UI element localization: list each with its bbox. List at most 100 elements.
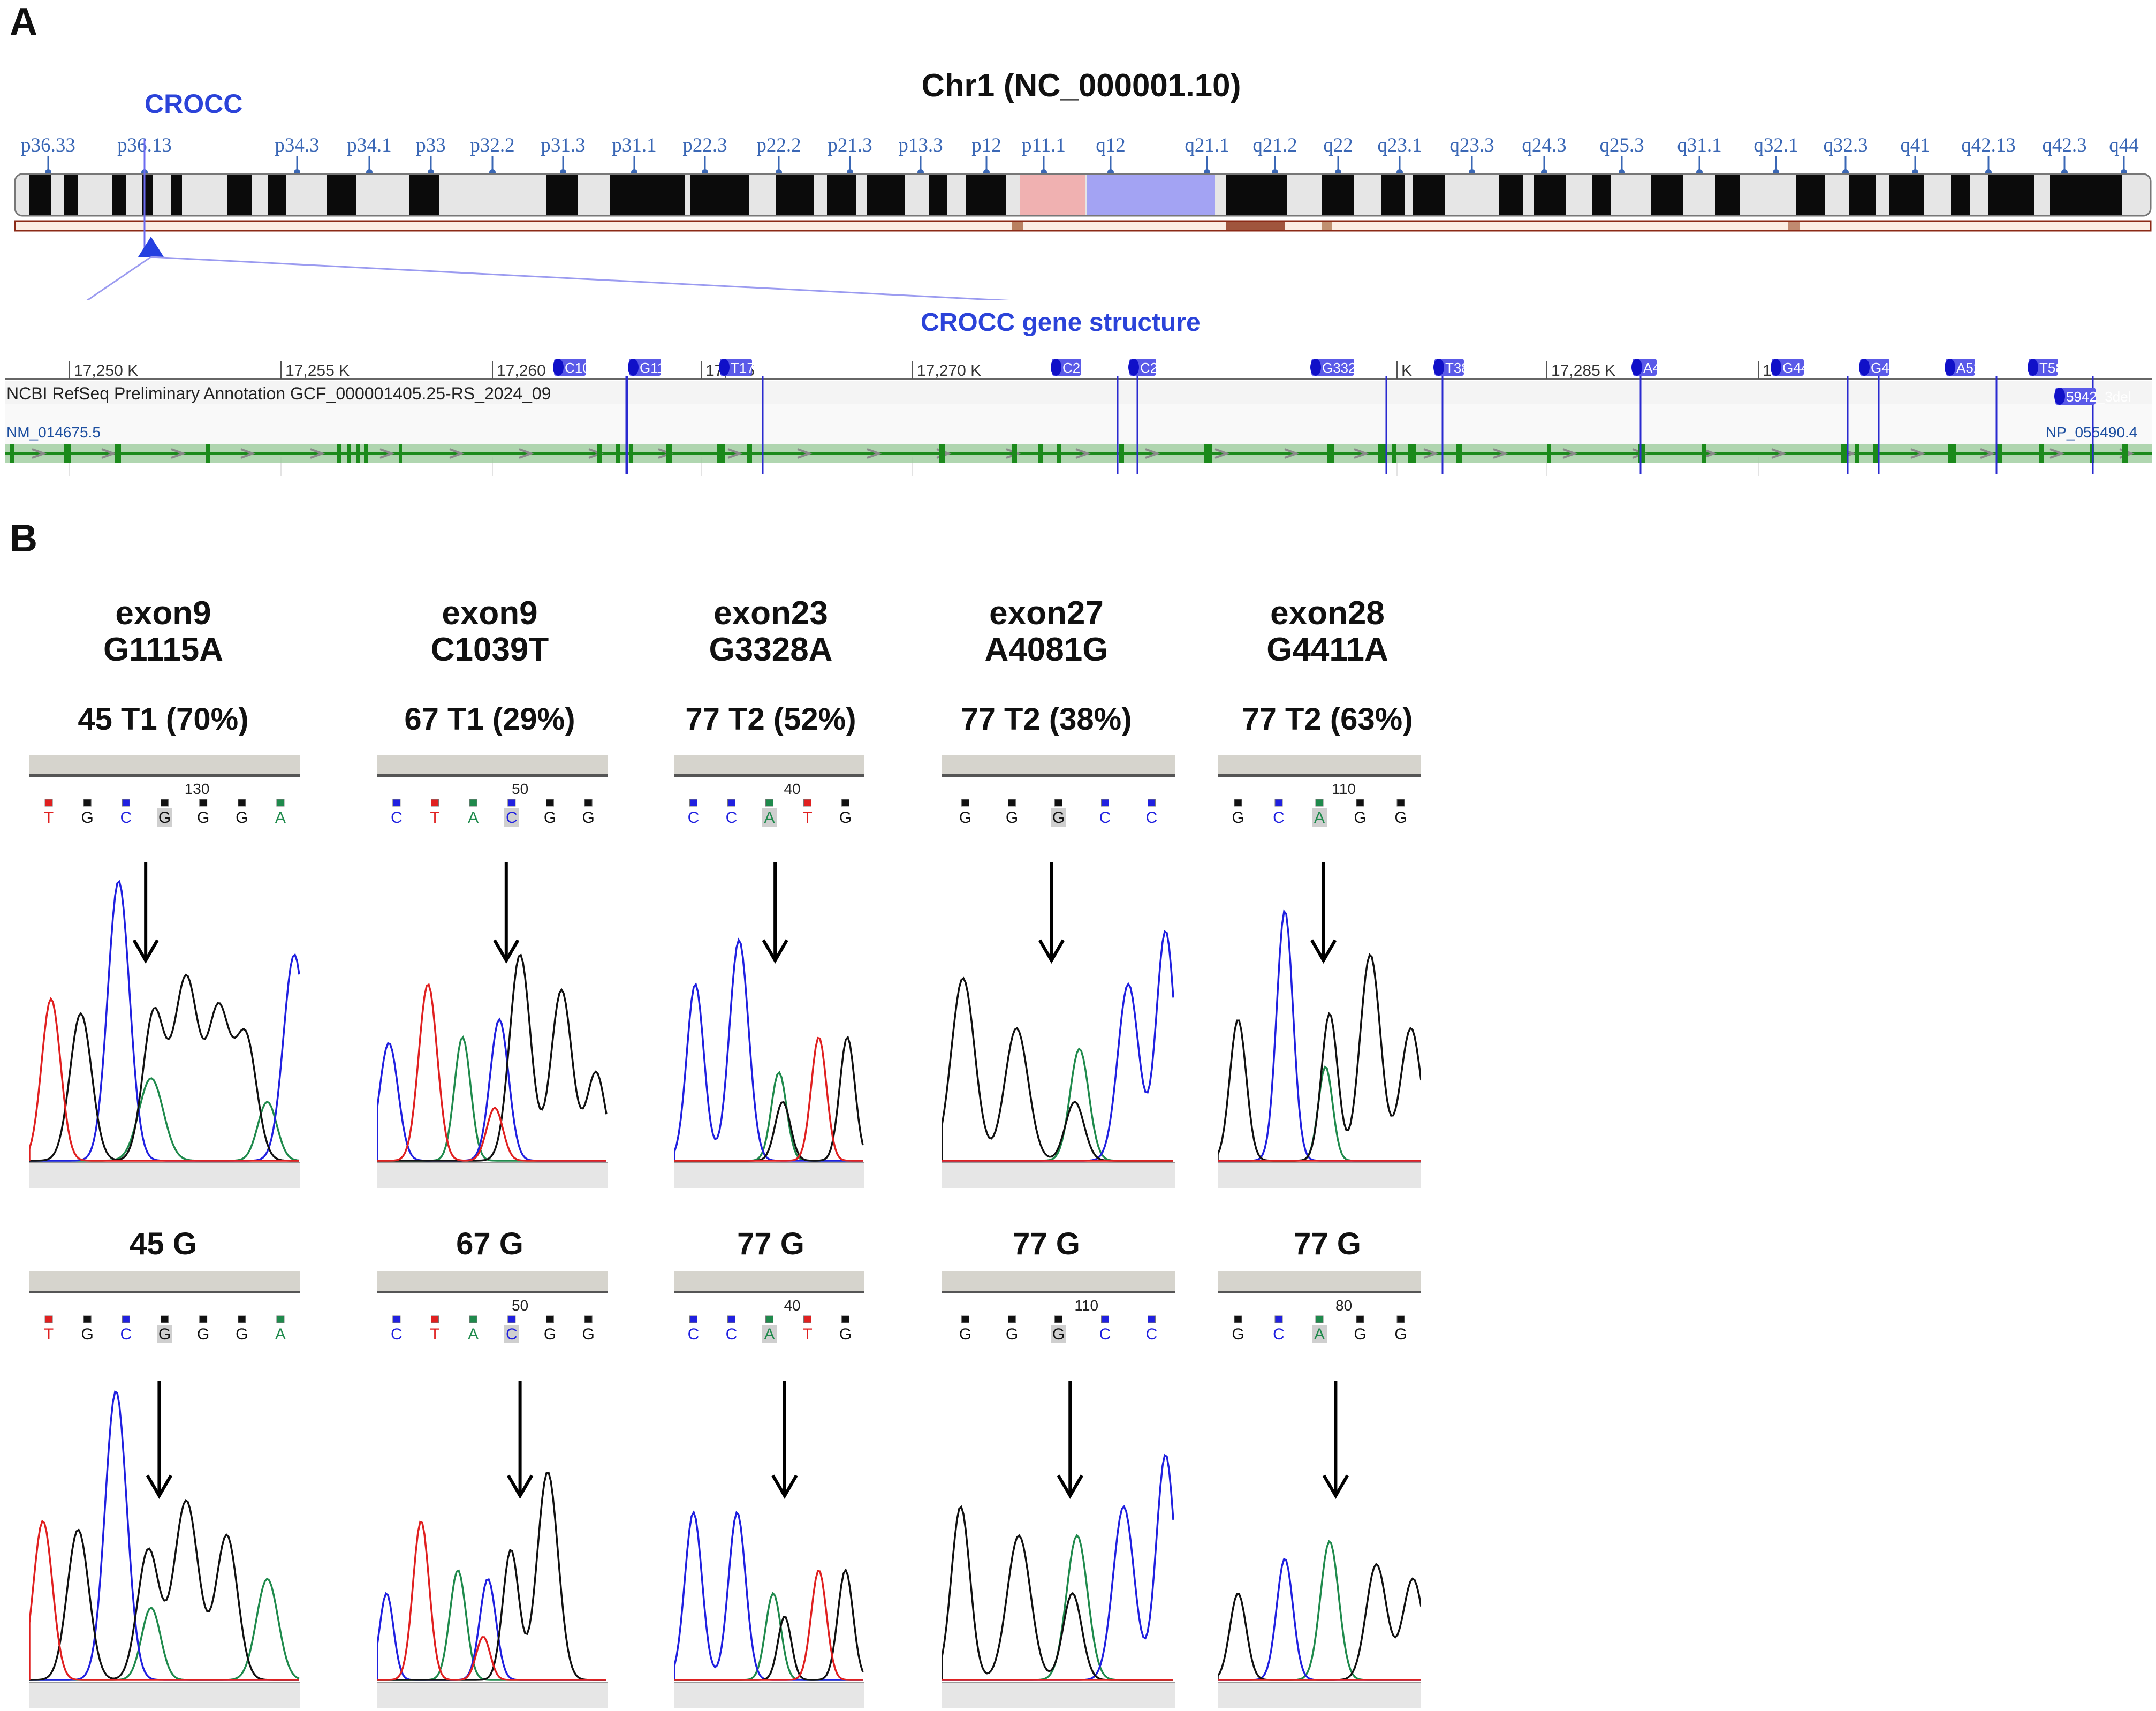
- position-label: 40: [784, 1297, 801, 1314]
- variant-knob: [553, 359, 564, 376]
- variant-knob: [628, 359, 639, 376]
- panel-label-b: B: [10, 517, 37, 560]
- variant-label: C1039T: [565, 360, 614, 376]
- exon-label: exon28: [1270, 595, 1385, 632]
- control-label: 77 G: [1294, 1227, 1361, 1261]
- variant-knob: [2028, 359, 2038, 376]
- band-label: q22: [1323, 134, 1353, 156]
- trace-T: [29, 996, 299, 1162]
- position-label: 50: [512, 781, 528, 797]
- chromatogram-header: [942, 755, 1175, 777]
- base-marker: [1008, 1315, 1016, 1323]
- trace-G: [1218, 1563, 1421, 1681]
- patient-label: 67 T1 (29%): [404, 702, 575, 737]
- dark-band: [112, 175, 126, 215]
- chromatogram-header: [674, 755, 864, 777]
- chromatogram: [377, 862, 608, 1188]
- base-call: G: [1394, 1326, 1407, 1343]
- base-marker: [1315, 799, 1324, 807]
- dark-band: [776, 175, 814, 215]
- band-label: q32.3: [1823, 134, 1867, 156]
- variant-label: T1718C: [731, 360, 780, 376]
- gene-label: CROCC: [145, 89, 243, 119]
- band-label: q24.3: [1522, 134, 1566, 156]
- base-call: C: [726, 809, 738, 827]
- dark-band: [827, 175, 856, 215]
- variant-knob: [1631, 359, 1642, 376]
- variant-label: C1039T: [430, 631, 549, 668]
- base-call: T: [802, 1326, 812, 1343]
- band-label: p31.1: [612, 134, 656, 156]
- exon-block: [2122, 444, 2128, 463]
- exon-block: [364, 444, 368, 463]
- band-label: q41: [1900, 134, 1930, 156]
- trace-G: [29, 973, 299, 1162]
- variant-marker: 5942_3del: [2054, 388, 2131, 405]
- centromere-p: [1020, 175, 1052, 215]
- base-call: G: [1006, 809, 1018, 827]
- ruler-label: K: [1401, 362, 1412, 380]
- base-marker: [961, 799, 969, 807]
- band-label: p21.3: [828, 134, 872, 156]
- band-label: q23.3: [1449, 134, 1494, 156]
- chromatogram-header: [377, 1271, 608, 1293]
- base-marker: [841, 1315, 849, 1323]
- position-label: 130: [185, 781, 210, 797]
- chromatogram-floor: [1218, 1163, 1421, 1188]
- chromatogram-header: [29, 755, 300, 777]
- base-call: G: [1232, 809, 1244, 827]
- chromatogram-header: [1218, 755, 1421, 777]
- annotation-track-label: NCBI RefSeq Preliminary Annotation GCF_0…: [6, 384, 551, 403]
- variant-label: T5838G: [2039, 360, 2090, 376]
- base-marker: [803, 1315, 811, 1323]
- base-marker: [1008, 799, 1016, 807]
- chromatogram: [942, 1381, 1175, 1708]
- base-call: G: [544, 809, 556, 827]
- patient-label: 45 T1 (70%): [78, 702, 249, 737]
- band-label: q31.1: [1677, 134, 1721, 156]
- chromatogram: [29, 1381, 300, 1708]
- base-marker: [1274, 1315, 1283, 1323]
- trace-C: [674, 1510, 863, 1681]
- variant-label: A4081G: [1643, 360, 1694, 376]
- chromatogram-floor: [674, 1163, 864, 1188]
- base-marker: [727, 1315, 735, 1323]
- track-mark: [1322, 222, 1332, 230]
- band-label: p22.2: [756, 134, 801, 156]
- ruler-label: 17,260: [497, 362, 546, 380]
- band-label: p31.3: [541, 134, 585, 156]
- band-label: q21.1: [1185, 134, 1229, 156]
- base-marker: [546, 1315, 554, 1323]
- variant-label: 5942_3del: [2066, 389, 2131, 405]
- trace-A: [29, 1077, 300, 1162]
- variant-label: G3328A: [1322, 360, 1373, 376]
- dark-band: [966, 175, 1006, 215]
- trace-C: [29, 1390, 299, 1681]
- gene-locator-triangle: [138, 237, 164, 257]
- base-marker: [584, 799, 593, 807]
- trace-G: [377, 1471, 606, 1681]
- dark-band: [409, 175, 439, 215]
- base-call: G: [959, 809, 971, 827]
- base-call: G: [197, 809, 209, 827]
- exon-block: [616, 444, 620, 463]
- variant-label: G4778A: [1871, 360, 1922, 376]
- dark-band: [1413, 175, 1445, 215]
- exon-label: exon9: [115, 595, 211, 632]
- band-label: p33: [416, 134, 446, 156]
- band-label: q44: [2109, 134, 2139, 156]
- base-call: G: [81, 809, 94, 827]
- exon-block: [337, 444, 341, 463]
- exon-block: [1378, 444, 1386, 463]
- ruler-label: 17,270 K: [917, 362, 981, 380]
- control-label: 45 G: [130, 1227, 197, 1261]
- patient-label: 77 T2 (63%): [1242, 702, 1413, 737]
- heterochromatin-q12: [1087, 175, 1215, 215]
- base-calls: TGCGGGA: [44, 1315, 286, 1343]
- centromere-q: [1052, 175, 1085, 215]
- base-call: C: [688, 1326, 700, 1343]
- base-marker: [431, 799, 439, 807]
- base-call: G: [158, 1326, 171, 1343]
- base-call: G: [81, 1326, 94, 1343]
- chromatogram-floor: [674, 1682, 864, 1708]
